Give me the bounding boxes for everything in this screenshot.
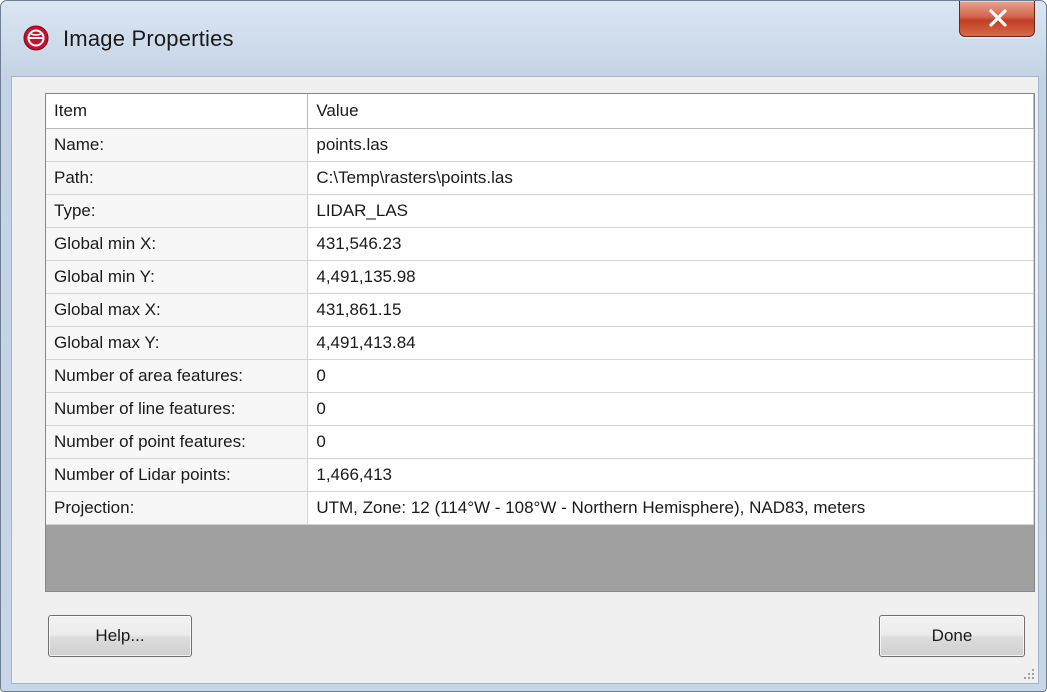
image-properties-dialog: Image Properties Item Value Name: points.… [0,0,1047,692]
dialog-body: Item Value Name: points.las Path: C:\Temp\… [11,76,1039,684]
table-row[interactable]: Projection: UTM, Zone: 12 (114°W - 108°W … [46,491,1034,525]
title-bar[interactable]: Image Properties [1,1,1046,76]
resize-grip-icon[interactable] [1023,668,1035,680]
row-value-area-features: 0 [307,359,1034,393]
done-button[interactable]: Done [879,615,1025,657]
row-item-point-features: Number of point features: [46,425,309,459]
row-value-path: C:\Temp\rasters\points.las [307,161,1034,195]
row-item-global-max-x: Global max X: [46,293,309,327]
row-value-name: points.las [307,128,1034,162]
table-row[interactable]: Number of point features: 0 [46,425,1034,459]
table-row[interactable]: Number of area features: 0 [46,359,1034,393]
close-button[interactable] [959,1,1035,37]
row-item-lidar-points: Number of Lidar points: [46,458,309,492]
table-row[interactable]: Global min X: 431,546.23 [46,227,1034,261]
globe-app-icon [23,25,49,51]
row-value-global-max-x: 431,861.15 [307,293,1034,327]
window-title: Image Properties [63,26,234,51]
row-item-name: Name: [46,128,309,162]
column-header-value[interactable]: Value [307,94,1034,129]
table-row[interactable]: Number of Lidar points: 1,466,413 [46,458,1034,492]
row-item-line-features: Number of line features: [46,392,309,426]
row-value-lidar-points: 1,466,413 [307,458,1034,492]
row-value-global-min-x: 431,546.23 [307,227,1034,261]
row-value-line-features: 0 [307,392,1034,426]
help-button[interactable]: Help... [48,615,192,657]
row-value-global-min-y: 4,491,135.98 [307,260,1034,294]
table-row[interactable]: Global max Y: 4,491,413.84 [46,326,1034,360]
table-row[interactable]: Path: C:\Temp\rasters\points.las [46,161,1034,195]
row-item-global-min-x: Global min X: [46,227,309,261]
row-value-type: LIDAR_LAS [307,194,1034,228]
column-header-item[interactable]: Item [46,94,309,129]
row-item-global-max-y: Global max Y: [46,326,309,360]
table-row[interactable]: Global min Y: 4,491,135.98 [46,260,1034,294]
row-item-projection: Projection: [46,491,309,525]
table-row[interactable]: Number of line features: 0 [46,392,1034,426]
row-item-area-features: Number of area features: [46,359,309,393]
row-value-point-features: 0 [307,425,1034,459]
properties-table: Item Value Name: points.las Path: C:\Temp\… [46,94,1034,525]
table-row[interactable]: Name: points.las [46,128,1034,162]
close-x-icon [989,9,1007,27]
properties-grid[interactable]: Item Value Name: points.las Path: C:\Temp\… [45,93,1035,592]
table-header-row: Item Value [46,94,1034,129]
table-row[interactable]: Global max X: 431,861.15 [46,293,1034,327]
row-value-projection: UTM, Zone: 12 (114°W - 108°W - Northern … [307,491,1034,525]
row-item-path: Path: [46,161,309,195]
row-item-type: Type: [46,194,309,228]
table-row[interactable]: Type: LIDAR_LAS [46,194,1034,228]
row-value-global-max-y: 4,491,413.84 [307,326,1034,360]
row-item-global-min-y: Global min Y: [46,260,309,294]
